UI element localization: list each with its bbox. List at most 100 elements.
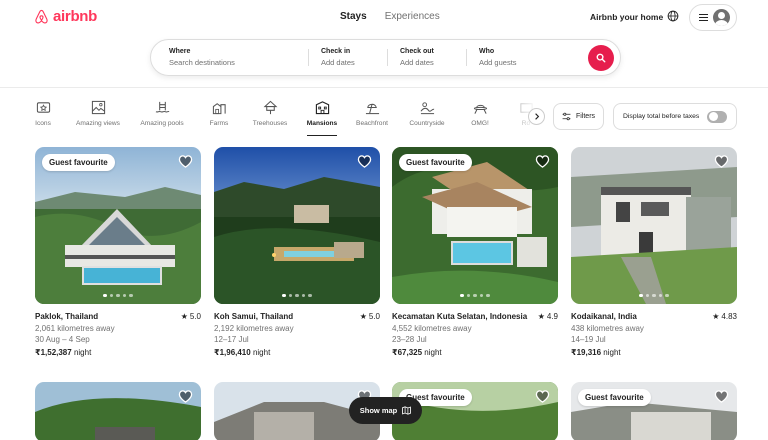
checkout-value: Add dates <box>400 58 434 67</box>
search-who[interactable]: Who Add guests <box>466 40 566 75</box>
mansion-icon <box>315 101 329 115</box>
ufo-icon <box>473 104 487 114</box>
show-map-button[interactable]: Show map <box>349 397 422 424</box>
search-bar: Where Search destinations Check in Add d… <box>150 39 621 76</box>
airbnb-your-home-link[interactable]: Airbnb your home <box>590 12 663 22</box>
category-bar: Icons Amazing views Amazing pools Farms … <box>28 100 550 140</box>
who-value: Add guests <box>479 58 517 67</box>
filters-icon <box>562 112 571 121</box>
listing-distance: 2,061 kilometres away <box>35 323 115 333</box>
category-label: Amazing views <box>76 120 120 127</box>
category-label: Mansions <box>306 120 338 127</box>
where-input[interactable]: Search destinations <box>169 58 308 67</box>
search-button[interactable] <box>588 45 614 71</box>
listing-location: Koh Samui, Thailand <box>214 312 294 321</box>
heart-icon[interactable] <box>714 154 729 168</box>
countryside-icon <box>420 102 434 115</box>
listing-price: ₹19,316 night <box>571 348 621 357</box>
listing-dates: 23–28 Jul <box>392 335 427 344</box>
listing-price: ₹67,325 night <box>392 348 442 357</box>
filters-button[interactable]: Filters <box>553 103 604 130</box>
views-icon <box>91 100 105 115</box>
category-icons[interactable]: Icons <box>28 100 58 127</box>
heart-icon[interactable] <box>714 389 729 403</box>
category-amazing-views[interactable]: Amazing views <box>74 100 122 127</box>
category-label: Treehouses <box>252 120 288 127</box>
guest-favourite-badge: Guest favourite <box>578 389 651 406</box>
checkout-label: Check out <box>400 48 434 55</box>
guest-favourite-badge: Guest favourite <box>42 154 115 171</box>
heart-icon[interactable] <box>178 389 193 403</box>
tab-experiences[interactable]: Experiences <box>385 11 440 22</box>
category-label: Countryside <box>409 120 445 127</box>
listing-distance: 438 kilometres away <box>571 323 644 333</box>
photo-dots <box>392 293 558 297</box>
listing-photo[interactable] <box>35 382 201 440</box>
airbnb-logo[interactable]: airbnb <box>34 8 97 25</box>
listing-card[interactable]: Guest favourite <box>571 382 737 440</box>
listing-rating: ★ 5.0 <box>180 312 201 321</box>
pool-icon <box>155 101 169 113</box>
search-checkout[interactable]: Check out Add dates <box>387 40 466 75</box>
treehouse-icon <box>263 100 277 115</box>
user-menu-button[interactable] <box>689 4 737 31</box>
tab-stays[interactable]: Stays <box>340 11 367 22</box>
category-next-button[interactable] <box>528 108 545 125</box>
category-omg[interactable]: OMG! <box>468 100 492 127</box>
listing-photo[interactable]: Guest favourite <box>392 147 558 304</box>
listing-photo[interactable]: Guest favourite <box>35 147 201 304</box>
star-icon: ★ <box>537 312 545 321</box>
guest-favourite-badge: Guest favourite <box>399 154 472 171</box>
listing-distance: 2,192 kilometres away <box>214 323 294 333</box>
where-label: Where <box>169 48 191 55</box>
listing-card[interactable] <box>35 382 201 440</box>
airbnb-logo-icon <box>35 9 48 23</box>
heart-icon[interactable] <box>357 154 372 168</box>
listing-photo-image <box>214 147 380 304</box>
listing-photo[interactable] <box>214 147 380 304</box>
listing-photo[interactable] <box>571 147 737 304</box>
category-mansions[interactable]: Mansions <box>306 100 338 136</box>
listing-card[interactable]: Koh Samui, Thailand ★ 5.0 2,192 kilometre… <box>214 147 380 357</box>
listing-card[interactable]: Kodaikanal, India ★ 4.83 438 kilometres a… <box>571 147 737 357</box>
category-farms[interactable]: Farms <box>205 100 233 127</box>
category-countryside[interactable]: Countryside <box>406 100 448 127</box>
checkin-label: Check in <box>321 48 351 55</box>
beach-icon <box>365 103 379 115</box>
globe-icon[interactable] <box>667 10 679 22</box>
filters-label: Filters <box>575 113 596 120</box>
listing-photo-image <box>571 147 737 304</box>
photo-dots <box>35 293 201 297</box>
category-label: Beachfront <box>356 120 388 127</box>
listing-distance: 4,552 kilometres away <box>392 323 472 333</box>
listing-location: Kecamatan Kuta Selatan, Indonesia <box>392 312 528 321</box>
listing-location: Kodaikanal, India <box>571 312 637 321</box>
listing-rating: ★ 4.9 <box>537 312 558 321</box>
tax-toggle-switch[interactable] <box>707 110 727 123</box>
heart-icon[interactable] <box>535 154 550 168</box>
who-label: Who <box>479 48 495 55</box>
search-where[interactable]: Where Search destinations <box>151 40 308 75</box>
listing-photo[interactable]: Guest favourite <box>571 382 737 440</box>
heart-icon[interactable] <box>535 389 550 403</box>
chevron-right-icon <box>534 113 539 120</box>
category-label: Farms <box>209 120 229 127</box>
nav-tabs: Stays Experiences <box>340 11 440 22</box>
category-beachfront[interactable]: Beachfront <box>353 100 391 127</box>
checkin-value: Add dates <box>321 58 355 67</box>
listing-dates: 30 Aug – 4 Sep <box>35 335 90 344</box>
listing-card[interactable]: Guest favourite Kecamatan Kuta Selatan, … <box>392 147 558 357</box>
search-checkin[interactable]: Check in Add dates <box>308 40 387 75</box>
star-icon: ★ <box>359 312 367 321</box>
category-treehouses[interactable]: Treehouses <box>250 100 290 127</box>
listing-card[interactable]: Guest favourite Paklok, Thailand ★ 5.0 2,… <box>35 147 201 357</box>
farm-icon <box>212 103 226 115</box>
photo-dots <box>214 293 380 297</box>
tax-toggle-container: Display total before taxes <box>613 103 737 130</box>
avatar <box>713 9 730 26</box>
listing-rating: ★ 4.83 <box>712 312 737 321</box>
category-amazing-pools[interactable]: Amazing pools <box>138 100 186 127</box>
header: airbnb Stays Experiences Airbnb your hom… <box>0 0 768 88</box>
heart-icon[interactable] <box>178 154 193 168</box>
listing-dates: 14–19 Jul <box>571 335 606 344</box>
